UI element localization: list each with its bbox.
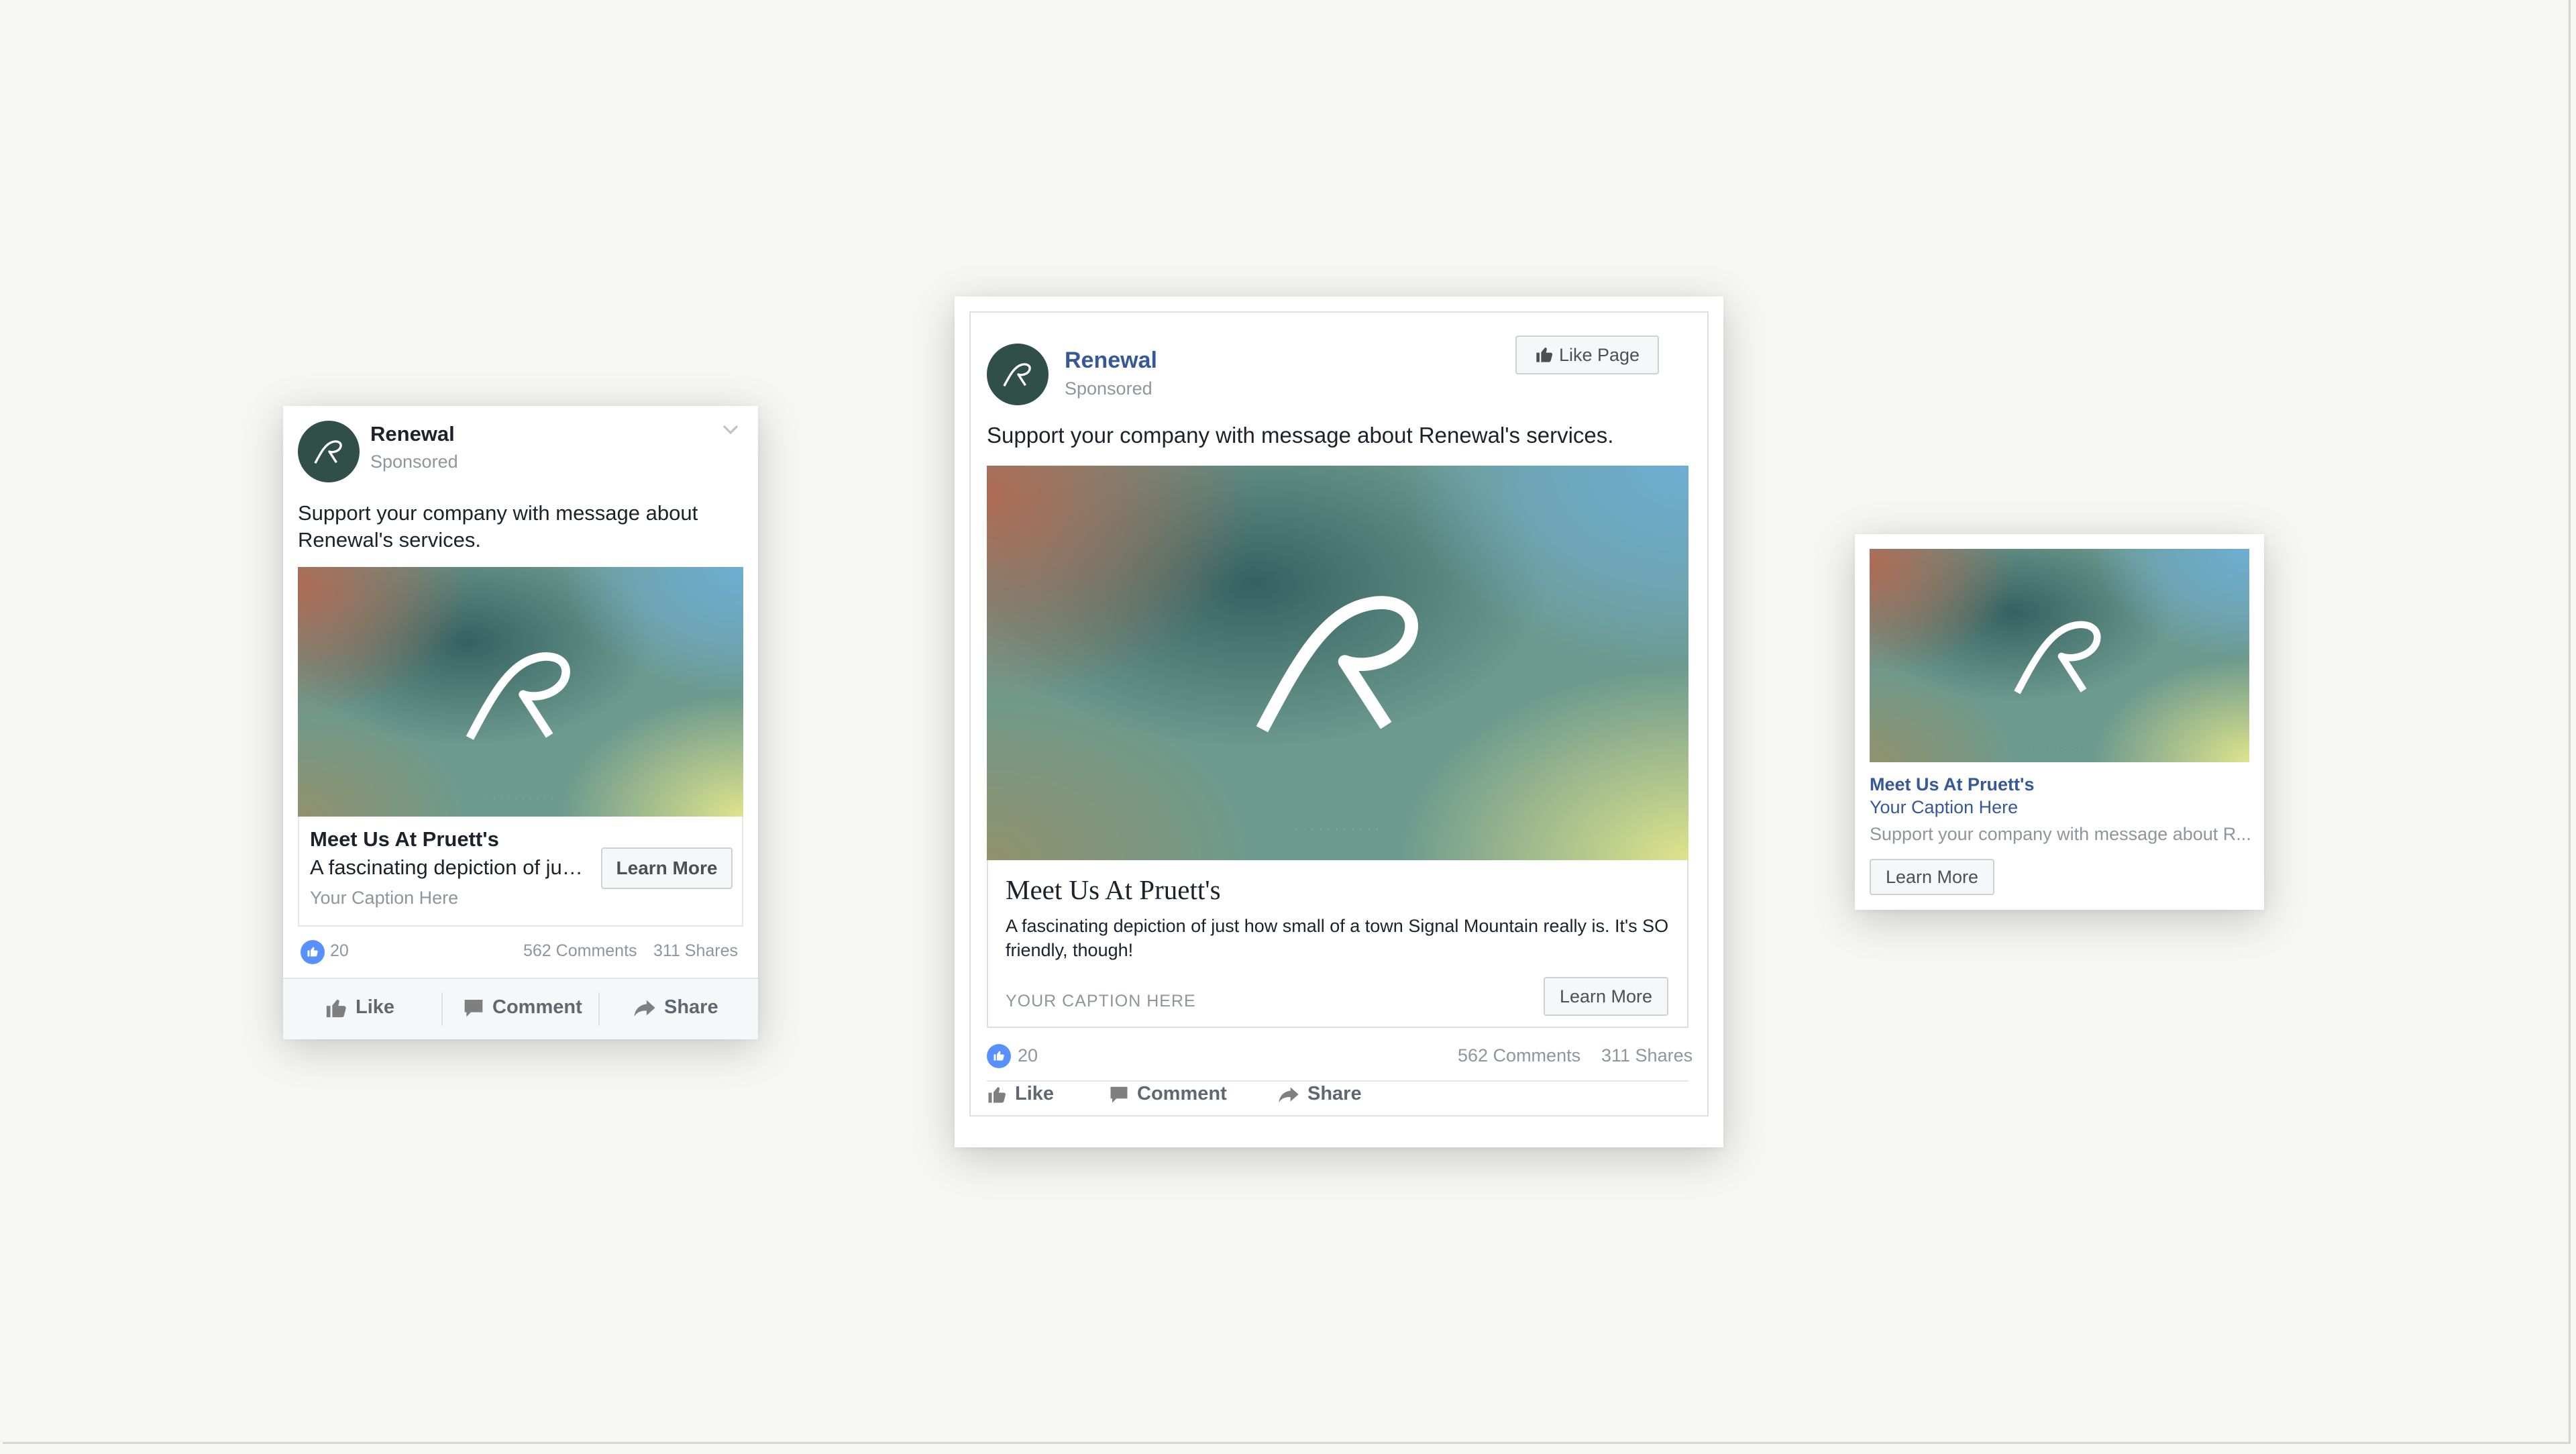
desktop-post: Renewal Sponsored Like Page Support your… <box>969 311 1709 1117</box>
ad-footer[interactable]: Meet Us At Pruett's A fascinating depict… <box>987 860 1688 1028</box>
learn-more-button[interactable]: Learn More <box>601 847 733 889</box>
ad-footer[interactable]: Meet Us At Pruett's A fascinating depict… <box>298 817 743 927</box>
share-label: Share <box>1307 1083 1362 1104</box>
like-page-button[interactable]: Like Page <box>1515 335 1659 374</box>
comment-label: Comment <box>1137 1083 1227 1104</box>
like-reaction-icon <box>987 1044 1011 1068</box>
sponsored-label: Sponsored <box>370 452 458 472</box>
share-icon <box>633 996 656 1019</box>
sponsored-label: Sponsored <box>1065 378 1152 399</box>
renewal-logo-icon <box>1003 363 1031 388</box>
right-column-ad: · · · · · · · · · Meet Us At Pruett's Yo… <box>1855 534 2264 910</box>
divider <box>598 992 600 1026</box>
comment-button[interactable]: Comment <box>1109 1080 1227 1107</box>
comment-count[interactable]: 562 Comments <box>523 941 637 961</box>
share-count[interactable]: 311 Shares <box>653 941 738 961</box>
post-text: Support your company with message about … <box>298 501 698 552</box>
desktop-feed-ad: Renewal Sponsored Like Page Support your… <box>955 297 1723 1147</box>
comment-label: Comment <box>492 996 582 1018</box>
thumbs-up-icon <box>325 996 347 1019</box>
mobile-feed-ad: Renewal Sponsored Support your company w… <box>283 406 758 1039</box>
renewal-logo-icon[interactable] <box>298 421 360 482</box>
renewal-logo-icon <box>2009 616 2110 696</box>
like-count[interactable]: 20 <box>330 941 349 961</box>
page-name[interactable]: Renewal <box>1065 348 1157 374</box>
comment-button[interactable]: Comment <box>463 996 582 1019</box>
learn-more-button[interactable]: Learn More <box>1870 859 1994 895</box>
chevron-down-icon[interactable] <box>720 419 741 439</box>
renewal-logo-icon <box>460 646 581 743</box>
thumbs-up-icon <box>1535 345 1554 364</box>
like-label: Like <box>1015 1083 1055 1104</box>
like-label: Like <box>356 996 395 1018</box>
like-button[interactable]: Like <box>987 1080 1054 1107</box>
ad-caption: YOUR CAPTION HERE <box>1006 992 1196 1010</box>
like-button[interactable]: Like <box>325 996 394 1019</box>
learn-more-button[interactable]: Learn More <box>1544 977 1668 1016</box>
ad-image[interactable]: · · · · · · · · · · · <box>987 466 1688 860</box>
renewal-logo-icon <box>314 440 342 465</box>
renewal-logo-icon <box>1247 586 1435 737</box>
ad-description: A fascinating depiction of ju… <box>310 855 583 879</box>
action-bar: Like Comment Share <box>283 978 758 1039</box>
post-text: Support your company with message about … <box>987 423 1614 448</box>
comment-count[interactable]: 562 Comments <box>1458 1045 1580 1066</box>
ad-image[interactable]: · · · · · · · · · <box>1870 549 2249 762</box>
like-reaction-icon <box>301 940 325 964</box>
share-label: Share <box>664 996 718 1018</box>
ad-caption[interactable]: Your Caption Here <box>1870 797 2018 818</box>
ad-description: Support your company with message about … <box>1870 824 2251 844</box>
ad-image[interactable]: · · · · · · · · · · <box>298 567 743 817</box>
page-name[interactable]: Renewal <box>370 422 455 446</box>
divider <box>441 992 443 1026</box>
ad-headline[interactable]: Meet Us At Pruett's <box>1870 774 2034 795</box>
share-button[interactable]: Share <box>1278 1080 1362 1107</box>
thumbs-up-icon <box>987 1084 1007 1104</box>
share-icon <box>1278 1084 1299 1105</box>
like-count[interactable]: 20 <box>1018 1045 1038 1066</box>
ad-headline: Meet Us At Pruett's <box>310 827 499 851</box>
comment-icon <box>1109 1084 1129 1104</box>
renewal-logo-icon[interactable] <box>987 344 1049 405</box>
share-count[interactable]: 311 Shares <box>1601 1045 1693 1066</box>
like-page-label: Like Page <box>1558 345 1640 365</box>
ad-description: A fascinating depiction of just how smal… <box>1006 916 1669 960</box>
share-button[interactable]: Share <box>633 996 718 1019</box>
ad-headline: Meet Us At Pruett's <box>1006 874 1221 905</box>
comment-icon <box>463 997 484 1019</box>
ad-caption: Your Caption Here <box>310 888 459 908</box>
